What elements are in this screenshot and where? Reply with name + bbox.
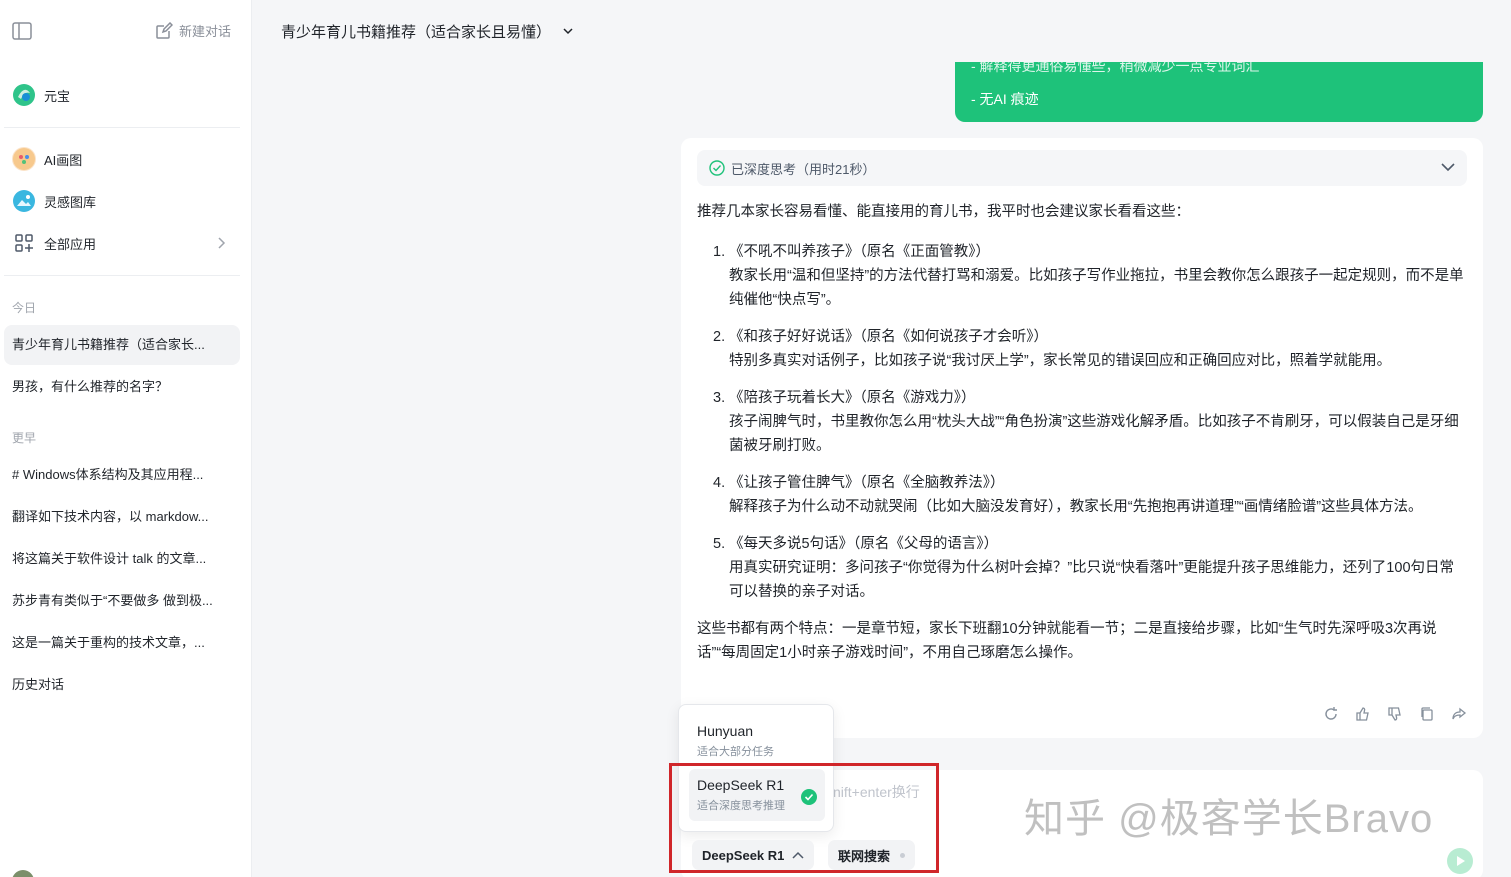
- sidebar-item-ai-paint[interactable]: AI画图: [4, 141, 240, 177]
- sidebar-item-gallery[interactable]: 灵感图库: [4, 183, 240, 219]
- watermark: 知乎 @极客学长Bravo: [1024, 797, 1434, 841]
- model-option-name: Hunyuan: [697, 723, 754, 739]
- book-desc: 解释孩子为什么动不动就哭闹（比如大脑没发育好），教家长用“先抱抱再讲道理”“画情…: [729, 499, 1423, 515]
- book-number: 2.: [713, 329, 726, 345]
- model-option-desc: 适合大部分任务: [697, 746, 774, 758]
- book-item: 2. 《和孩子好好说话》（原名《如何说孩子才会听》） 特别多真实对话例子，比如孩…: [697, 325, 1467, 373]
- conversation-item[interactable]: 男孩，有什么推荐的名字？: [4, 367, 240, 407]
- book-title: 《和孩子好好说话》（原名《如何说孩子才会听》）: [729, 329, 1048, 345]
- book-item: 4. 《让孩子管住脾气》（原名《全脑教养法》） 解释孩子为什么动不动就哭闹（比如…: [697, 471, 1467, 519]
- sidebar: 新建对话 元宝 AI画图 灵感图库 全部应用 今日 青少年育儿书籍推荐（适合家长…: [0, 0, 252, 877]
- answer-intro: 推荐几本家长容易看懂、能直接用的育儿书，我平时也会建议家长看看这些：: [697, 204, 1190, 220]
- web-search-toggle[interactable]: 联网搜索: [828, 840, 916, 870]
- model-dropdown-menu: Hunyuan 适合大部分任务 DeepSeek R1 适合深度思考推理: [678, 704, 834, 832]
- chevron-right-icon: [218, 237, 226, 249]
- sidebar-toggle-icon[interactable]: [12, 22, 32, 40]
- selected-check-icon: [801, 789, 817, 805]
- sidebar-item-label: 全部应用: [44, 236, 97, 252]
- deep-think-label: 已深度思考（用时21秒）: [731, 161, 876, 177]
- avatar[interactable]: [12, 870, 34, 877]
- answer-content: 推荐几本家长容易看懂、能直接用的育儿书，我平时也会建议家长看看这些： 1. 《不…: [697, 200, 1467, 665]
- book-number: 3.: [713, 390, 726, 406]
- section-label-today: 今日: [12, 301, 37, 315]
- send-button[interactable]: [1447, 848, 1473, 874]
- book-title: 《陪孩子玩着长大》（原名《游戏力》）: [729, 390, 976, 406]
- book-item: 1. 《不吼不叫养孩子》（原名《正面管教》） 教家长用“温和但坚持”的方法代替打…: [697, 240, 1467, 312]
- ai-paint-icon: [12, 147, 36, 171]
- thumbs-down-icon[interactable]: [1387, 706, 1403, 722]
- conversation-item[interactable]: 苏步青有类似于“不要做多 做到极...: [4, 581, 240, 621]
- share-icon[interactable]: [1451, 706, 1467, 722]
- book-number: 4.: [713, 475, 726, 491]
- model-option-deepseek-r1[interactable]: DeepSeek R1 适合深度思考推理: [689, 769, 825, 821]
- sidebar-top: 新建对话: [0, 0, 251, 62]
- book-desc: 孩子闹脾气时，书里教你怎么用“枕头大战”“角色扮演”这些游戏化解矛盾。比如孩子不…: [729, 414, 1459, 454]
- book-number: 1.: [713, 244, 726, 260]
- refresh-icon[interactable]: [1323, 706, 1339, 722]
- model-selector-button[interactable]: DeepSeek R1: [692, 840, 815, 870]
- model-option-name: DeepSeek R1: [697, 777, 785, 793]
- thumbs-up-icon[interactable]: [1355, 706, 1371, 722]
- web-search-label: 联网搜索: [838, 848, 891, 864]
- conversation-item[interactable]: 这是一篇关于重构的技术文章，...: [4, 623, 240, 663]
- section-label-earlier: 更早: [12, 431, 37, 445]
- sidebar-item-yuanbao[interactable]: 元宝: [4, 77, 240, 113]
- toggle-status-dot: [900, 852, 906, 858]
- book-desc: 教家长用“温和但坚持”的方法代替打骂和溺爱。比如孩子写作业拖拉，书里会教你怎么跟…: [729, 268, 1464, 308]
- history-link[interactable]: 历史对话: [4, 665, 240, 705]
- conversation-item[interactable]: # Windows体系结构及其应用程...: [4, 455, 240, 495]
- new-chat-button[interactable]: 新建对话: [155, 21, 231, 40]
- edit-icon: [156, 21, 173, 39]
- book-item: 3. 《陪孩子玩着长大》（原名《游戏力》） 孩子闹脾气时，书里教你怎么用“枕头大…: [697, 386, 1467, 458]
- sidebar-item-all-apps[interactable]: 全部应用: [4, 225, 240, 261]
- book-desc: 特别多真实对话例子，比如孩子说“我讨厌上学”，家长常见的错误回应和正确回应对比，…: [729, 353, 1392, 369]
- deep-think-toggle[interactable]: 已深度思考（用时21秒）: [697, 150, 1467, 186]
- chevron-up-icon: [792, 851, 804, 859]
- chevron-down-icon[interactable]: [563, 27, 573, 35]
- user-message-line: - 解释得更通俗易懂些，稍微减少一点专业词汇: [971, 62, 1260, 74]
- book-item: 5. 《每天多说5句话》（原名《父母的语言》） 用真实研究证明：多问孩子“你觉得…: [697, 532, 1467, 604]
- answer-toolbar: [1323, 706, 1467, 722]
- new-chat-label: 新建对话: [178, 24, 231, 39]
- book-number: 5.: [713, 536, 726, 552]
- model-selector-label: DeepSeek R1: [702, 847, 785, 863]
- divider: [4, 127, 240, 128]
- answer-summary: 这些书都有两个特点：一是章节短，家长下班翻10分钟就能看一节；二是直接给步骤，比…: [697, 621, 1437, 661]
- conversation-item[interactable]: 翻译如下技术内容，以 markdow...: [4, 497, 240, 537]
- user-message-bubble: - 解释得更通俗易懂些，稍微减少一点专业词汇 - 无AI 痕迹: [955, 62, 1483, 122]
- yuanbao-logo-icon: [12, 83, 36, 107]
- conversation-item[interactable]: 将这篇关于软件设计 talk 的文章...: [4, 539, 240, 579]
- model-option-hunyuan[interactable]: Hunyuan 适合大部分任务: [689, 715, 825, 767]
- divider: [4, 275, 240, 276]
- book-title: 《每天多说5句话》（原名《父母的语言》）: [729, 536, 999, 552]
- sidebar-item-label: 灵感图库: [44, 194, 97, 210]
- book-title: 《不吼不叫养孩子》（原名《正面管教》）: [729, 244, 990, 260]
- gallery-icon: [12, 189, 36, 213]
- grid-apps-icon: [12, 231, 36, 255]
- sidebar-item-label: AI画图: [44, 152, 83, 168]
- message-input-placeholder[interactable]: nift+enter换行: [833, 782, 920, 802]
- conversation-item[interactable]: 青少年育儿书籍推荐（适合家长...: [4, 325, 240, 365]
- user-message-line: - 无AI 痕迹: [971, 91, 1039, 107]
- chat-header: 青少年育儿书籍推荐（适合家长且易懂）: [253, 0, 1511, 62]
- send-icon: [1457, 856, 1465, 866]
- sidebar-item-label: 元宝: [44, 88, 71, 104]
- book-title: 《让孩子管住脾气》（原名《全脑教养法》）: [729, 475, 1005, 491]
- copy-icon[interactable]: [1419, 706, 1435, 722]
- page-title[interactable]: 青少年育儿书籍推荐（适合家长且易懂）: [281, 21, 551, 42]
- check-circle-icon: [709, 160, 725, 176]
- book-desc: 用真实研究证明：多问孩子“你觉得为什么树叶会掉？”比只说“快看落叶”更能提升孩子…: [729, 560, 1455, 600]
- model-option-desc: 适合深度思考推理: [697, 800, 785, 812]
- assistant-answer-card: 已深度思考（用时21秒） 推荐几本家长容易看懂、能直接用的育儿书，我平时也会建议…: [681, 138, 1483, 738]
- chevron-down-icon: [1441, 163, 1455, 172]
